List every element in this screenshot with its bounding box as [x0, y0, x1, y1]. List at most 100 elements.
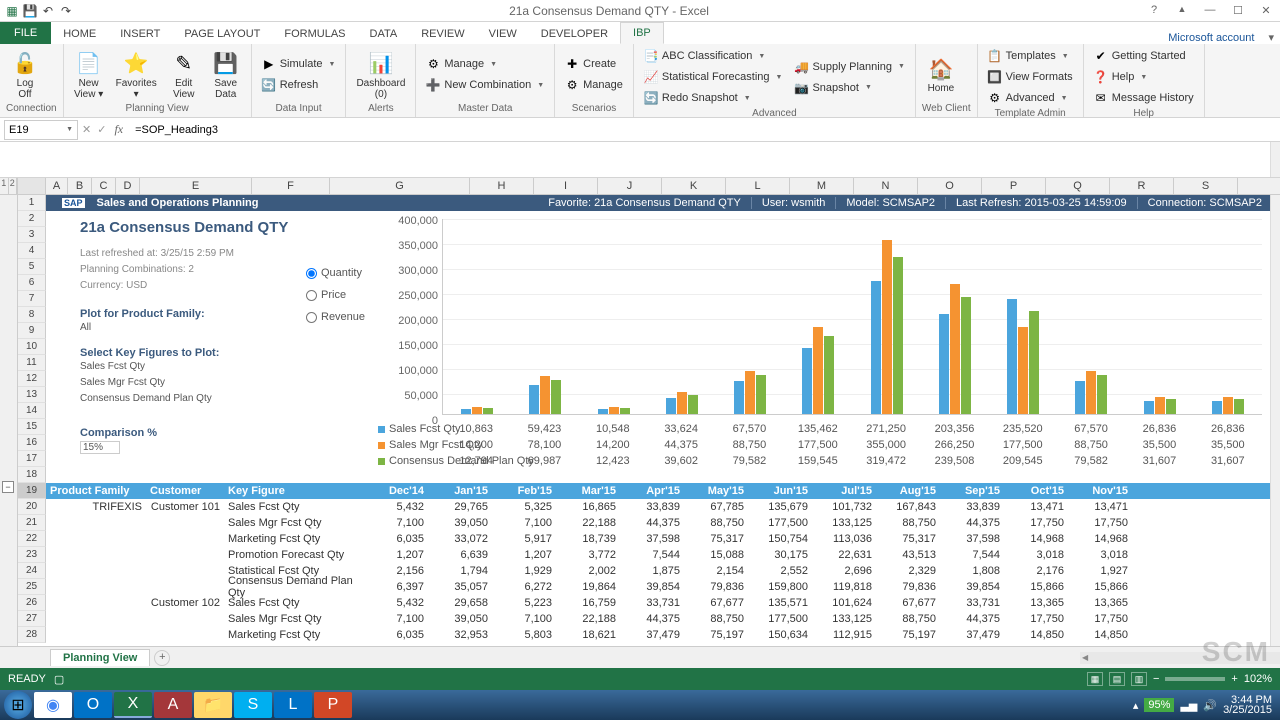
kf-0[interactable]: Sales Fcst Qty [80, 359, 306, 375]
row-header-6[interactable]: 6 [18, 275, 46, 291]
zoom-in-icon[interactable]: + [1231, 673, 1237, 685]
tab-view[interactable]: VIEW [477, 24, 529, 44]
ribbon-abc-classification[interactable]: 📑ABC Classification▼ [640, 46, 787, 66]
ribbon-dashboard[interactable]: 📊Dashboard(0) [352, 46, 409, 103]
ribbon-message-history[interactable]: ✉Message History [1090, 88, 1198, 108]
row-header-21[interactable]: 21 [18, 515, 46, 531]
ribbon-favorites[interactable]: ⭐Favorites▾ [112, 46, 161, 103]
row-header-27[interactable]: 27 [18, 611, 46, 627]
row-header-9[interactable]: 9 [18, 323, 46, 339]
plot-family-value[interactable]: All [80, 322, 306, 333]
outline-level-selector[interactable]: 12 [0, 178, 18, 194]
add-sheet-icon[interactable]: + [154, 650, 170, 666]
row-header-15[interactable]: 15 [18, 419, 46, 435]
row-header-11[interactable]: 11 [18, 355, 46, 371]
radio-price[interactable]: Price [306, 289, 382, 301]
volume-icon[interactable]: 🔊 [1203, 699, 1217, 712]
row-header-3[interactable]: 3 [18, 227, 46, 243]
col-header-S[interactable]: S [1174, 178, 1238, 194]
col-header-K[interactable]: K [662, 178, 726, 194]
taskbar-chrome[interactable]: ◉ [34, 692, 72, 718]
col-header-L[interactable]: L [726, 178, 790, 194]
clock[interactable]: 3:44 PM3/25/2015 [1223, 695, 1272, 715]
tab-file[interactable]: FILE [0, 22, 51, 44]
ribbon-view-formats[interactable]: 🔲View Formats [984, 67, 1077, 87]
col-header-H[interactable]: H [470, 178, 534, 194]
minimize-icon[interactable]: — [1200, 4, 1220, 17]
taskbar-powerpoint[interactable]: P [314, 692, 352, 718]
save-icon[interactable]: 💾 [22, 3, 38, 19]
kf-2[interactable]: Consensus Demand Plan Qty [80, 391, 306, 407]
row-header-26[interactable]: 26 [18, 595, 46, 611]
scrollbar[interactable] [1270, 142, 1280, 177]
col-header-A[interactable]: A [46, 178, 68, 194]
macro-record-icon[interactable]: ▢ [54, 673, 64, 686]
row-header-1[interactable]: 1 [18, 195, 46, 211]
formula-input[interactable] [131, 124, 1276, 136]
outline-collapse-icon[interactable]: − [2, 481, 14, 493]
accept-formula-icon[interactable]: ✓ [97, 123, 106, 136]
tab-insert[interactable]: INSERT [108, 24, 172, 44]
view-page-break-icon[interactable]: ▥ [1131, 672, 1147, 686]
cancel-formula-icon[interactable]: ✕ [82, 123, 91, 136]
col-header-N[interactable]: N [854, 178, 918, 194]
row-header-28[interactable]: 28 [18, 627, 46, 643]
col-header-B[interactable]: B [68, 178, 92, 194]
vertical-scrollbar[interactable] [1270, 195, 1280, 646]
row-header-17[interactable]: 17 [18, 451, 46, 467]
ribbon-home[interactable]: 🏠Home [922, 46, 960, 103]
radio-quantity[interactable]: Quantity [306, 267, 382, 279]
tab-page-layout[interactable]: PAGE LAYOUT [172, 24, 272, 44]
ribbon-manage[interactable]: ⚙Manage▼ [422, 54, 548, 74]
view-normal-icon[interactable]: ▦ [1087, 672, 1103, 686]
col-header-M[interactable]: M [790, 178, 854, 194]
ribbon-toggle-icon[interactable]: ▲ [1172, 4, 1192, 17]
col-header-Q[interactable]: Q [1046, 178, 1110, 194]
network-icon[interactable]: ▃▅ [1180, 699, 1197, 712]
col-header-P[interactable]: P [982, 178, 1046, 194]
view-page-layout-icon[interactable]: ▤ [1109, 672, 1125, 686]
tab-formulas[interactable]: FORMULAS [272, 24, 357, 44]
taskbar-excel[interactable]: X [114, 692, 152, 718]
tab-review[interactable]: REVIEW [409, 24, 476, 44]
ribbon-log[interactable]: 🔓LogOff [6, 46, 44, 103]
row-header-22[interactable]: 22 [18, 531, 46, 547]
row-header-20[interactable]: 20 [18, 499, 46, 515]
col-header-F[interactable]: F [252, 178, 330, 194]
row-header-24[interactable]: 24 [18, 563, 46, 579]
ribbon-refresh[interactable]: 🔄Refresh [258, 75, 340, 95]
undo-icon[interactable]: ↶ [40, 3, 56, 19]
close-icon[interactable]: ✕ [1256, 4, 1276, 17]
ribbon-templates[interactable]: 📋Templates▼ [984, 46, 1077, 66]
row-header-19[interactable]: 19 [18, 483, 46, 499]
ribbon-create[interactable]: ✚Create [561, 54, 627, 74]
taskbar-skype[interactable]: S [234, 692, 272, 718]
zoom-value[interactable]: 102% [1244, 673, 1272, 685]
row-header-5[interactable]: 5 [18, 259, 46, 275]
col-header-D[interactable]: D [116, 178, 140, 194]
row-header-16[interactable]: 16 [18, 435, 46, 451]
sheet-tab-planning-view[interactable]: Planning View [50, 649, 150, 666]
kf-1[interactable]: Sales Mgr Fcst Qty [80, 375, 306, 391]
tab-home[interactable]: HOME [51, 24, 108, 44]
ribbon-getting-started[interactable]: ✔Getting Started [1090, 46, 1198, 66]
comparison-value[interactable]: 15% [80, 441, 306, 454]
ribbon-help[interactable]: ❓Help▼ [1090, 67, 1198, 87]
col-header-R[interactable]: R [1110, 178, 1174, 194]
col-header-E[interactable]: E [140, 178, 252, 194]
ribbon-manage[interactable]: ⚙Manage [561, 75, 627, 95]
start-button[interactable]: ⊞ [4, 691, 32, 719]
ribbon-new-combination[interactable]: ➕New Combination▼ [422, 75, 548, 95]
row-header-25[interactable]: 25 [18, 579, 46, 595]
ribbon-redo-snapshot[interactable]: 🔄Redo Snapshot▼ [640, 88, 787, 108]
row-header-4[interactable]: 4 [18, 243, 46, 259]
taskbar-access[interactable]: A [154, 692, 192, 718]
help-icon[interactable]: ? [1144, 4, 1164, 17]
col-header-I[interactable]: I [534, 178, 598, 194]
ribbon-advanced[interactable]: ⚙Advanced▼ [984, 88, 1077, 108]
ribbon-edit[interactable]: ✎EditView [165, 46, 203, 103]
ribbon-supply-planning[interactable]: 🚚Supply Planning▼ [790, 57, 908, 77]
maximize-icon[interactable]: ☐ [1228, 4, 1248, 17]
col-header-C[interactable]: C [92, 178, 116, 194]
col-header-O[interactable]: O [918, 178, 982, 194]
